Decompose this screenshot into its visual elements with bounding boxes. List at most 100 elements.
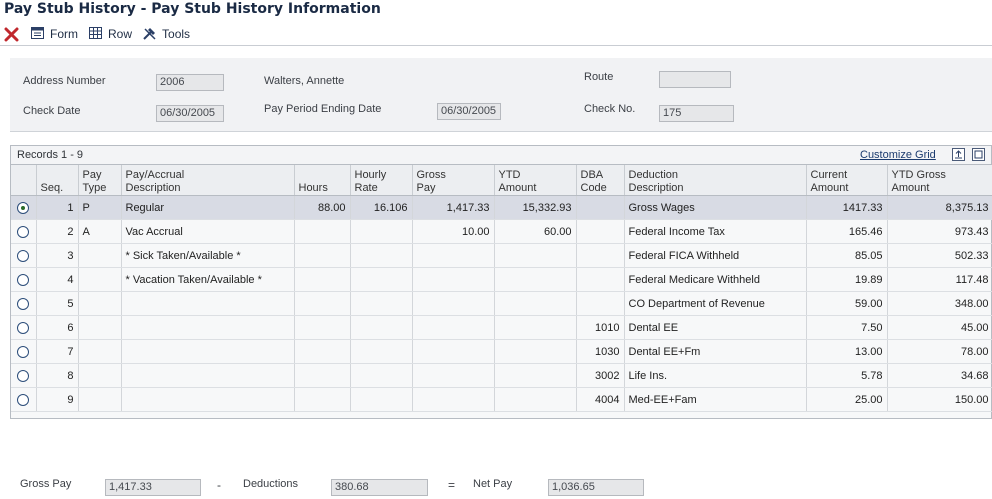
deductions-label: Deductions xyxy=(243,478,299,490)
pay-period-field[interactable]: 06/30/2005 xyxy=(437,103,501,120)
cell-ded-desc: Federal Medicare Withheld xyxy=(624,267,807,292)
cell-hourly-rate xyxy=(350,243,413,268)
cell-current-amount: 85.05 xyxy=(806,243,888,268)
cell-gross-pay: 1,417.33 xyxy=(412,195,495,220)
cell-ytd-amount xyxy=(494,315,577,340)
cell-hourly-rate xyxy=(350,387,413,412)
table-row[interactable]: 8 3002 Life Ins. 5.78 34.68 xyxy=(11,363,992,388)
cell-ytd-amount xyxy=(494,243,577,268)
maximize-grid-icon[interactable] xyxy=(972,148,985,161)
radio-icon[interactable] xyxy=(17,321,30,334)
export-icon[interactable] xyxy=(952,148,965,161)
cell-dba-code xyxy=(576,267,625,292)
cell-seq: 4 xyxy=(36,267,79,292)
pay-period-label: Pay Period Ending Date xyxy=(264,103,382,115)
cell-hours xyxy=(294,291,351,316)
radio-icon[interactable] xyxy=(17,249,30,262)
cell-ytd-amount xyxy=(494,339,577,364)
grid-toolbar: Records 1 - 9 Customize Grid xyxy=(11,146,991,165)
col-ytd-gross[interactable]: YTD Gross Amount xyxy=(887,165,992,196)
row-menu[interactable]: Row xyxy=(88,26,132,41)
cell-pay-type xyxy=(78,291,122,316)
cell-seq: 9 xyxy=(36,387,79,412)
table-row[interactable]: 7 1030 Dental EE+Fm 13.00 78.00 xyxy=(11,339,992,364)
address-number-label: Address Number xyxy=(23,75,106,87)
cell-hourly-rate xyxy=(350,291,413,316)
cell-ded-desc: Med-EE+Fam xyxy=(624,387,807,412)
cell-pay-type: P xyxy=(78,195,122,220)
table-row[interactable]: 6 1010 Dental EE 7.50 45.00 xyxy=(11,315,992,340)
net-pay-field[interactable]: 1,036.65 xyxy=(548,479,644,496)
cell-pay-desc xyxy=(121,315,295,340)
cell-pay-desc xyxy=(121,339,295,364)
cell-ytd-gross: 117.48 xyxy=(887,267,992,292)
cell-pay-desc: Vac Accrual xyxy=(121,219,295,244)
table-row[interactable]: 1 P Regular 88.00 16.106 1,417.33 15,332… xyxy=(11,195,992,220)
close-button[interactable] xyxy=(4,26,20,42)
check-date-field[interactable]: 06/30/2005 xyxy=(156,105,224,122)
cell-seq: 5 xyxy=(36,291,79,316)
customize-grid-link[interactable]: Customize Grid xyxy=(860,149,936,161)
col-pay-type[interactable]: Pay Type xyxy=(78,165,122,196)
toolbar: Form Row Tools xyxy=(0,22,992,46)
deductions-field[interactable]: 380.68 xyxy=(331,479,428,496)
cell-current-amount: 7.50 xyxy=(806,315,888,340)
pay-stub-grid: Records 1 - 9 Customize Grid Seq. Pay Typ… xyxy=(10,145,992,419)
col-dba-code[interactable]: DBA Code xyxy=(576,165,625,196)
gross-pay-field[interactable]: 1,417.33 xyxy=(105,479,201,496)
cell-pay-type xyxy=(78,339,122,364)
table-row[interactable]: 9 4004 Med-EE+Fam 25.00 150.00 xyxy=(11,387,992,412)
cell-pay-type: A xyxy=(78,219,122,244)
tools-menu[interactable]: Tools xyxy=(142,26,190,41)
equals-sign: = xyxy=(448,478,456,492)
cell-ytd-gross: 348.00 xyxy=(887,291,992,316)
cell-gross-pay xyxy=(412,291,495,316)
cell-dba-code xyxy=(576,291,625,316)
cell-ytd-gross: 34.68 xyxy=(887,363,992,388)
col-gross-pay[interactable]: Gross Pay xyxy=(412,165,495,196)
route-label: Route xyxy=(584,71,614,83)
cell-pay-type xyxy=(78,315,122,340)
table-row[interactable]: 5 CO Department of Revenue 59.00 348.00 xyxy=(11,291,992,316)
cell-gross-pay xyxy=(412,339,495,364)
grid-table: Seq. Pay Type Pay/Accrual Description Hour… xyxy=(11,165,992,412)
address-number-field[interactable]: 2006 xyxy=(156,74,224,91)
cell-hourly-rate xyxy=(350,267,413,292)
table-row[interactable]: 4 * Vacation Taken/Available * Federal M… xyxy=(11,267,992,292)
cell-hourly-rate xyxy=(350,363,413,388)
col-pay-desc[interactable]: Pay/Accrual Description xyxy=(121,165,295,196)
cell-hourly-rate xyxy=(350,219,413,244)
cell-dba-code xyxy=(576,243,625,268)
cell-pay-type xyxy=(78,387,122,412)
radio-icon[interactable] xyxy=(17,297,30,310)
table-row[interactable]: 3 * Sick Taken/Available * Federal FICA … xyxy=(11,243,992,268)
check-no-field[interactable]: 175 xyxy=(659,105,734,122)
net-pay-label: Net Pay xyxy=(473,478,513,490)
table-row[interactable]: 2 A Vac Accrual 10.00 60.00 Federal Inco… xyxy=(11,219,992,244)
col-hourly-rate[interactable]: Hourly Rate xyxy=(350,165,413,196)
cell-ytd-gross: 45.00 xyxy=(887,315,992,340)
cell-current-amount: 1417.33 xyxy=(806,195,888,220)
cell-gross-pay xyxy=(412,363,495,388)
window-title: Pay Stub History - Pay Stub History Info… xyxy=(4,1,381,17)
cell-dba-code xyxy=(576,195,625,220)
radio-icon[interactable] xyxy=(17,345,30,358)
radio-icon[interactable] xyxy=(17,201,30,214)
cell-pay-desc: Regular xyxy=(121,195,295,220)
col-ded-desc[interactable]: Deduction Description xyxy=(624,165,807,196)
route-field[interactable] xyxy=(659,71,731,88)
cell-gross-pay: 10.00 xyxy=(412,219,495,244)
cell-ytd-amount xyxy=(494,363,577,388)
radio-icon[interactable] xyxy=(17,225,30,238)
col-seq[interactable]: Seq. xyxy=(36,165,79,196)
radio-icon[interactable] xyxy=(17,393,30,406)
form-menu[interactable]: Form xyxy=(30,26,78,41)
cell-current-amount: 25.00 xyxy=(806,387,888,412)
cell-ytd-amount xyxy=(494,291,577,316)
radio-icon[interactable] xyxy=(17,369,30,382)
col-ytd-amount[interactable]: YTD Amount xyxy=(494,165,577,196)
col-current-amount[interactable]: Current Amount xyxy=(806,165,888,196)
col-hours[interactable]: Hours xyxy=(294,165,351,196)
radio-icon[interactable] xyxy=(17,273,30,286)
cell-dba-code: 1030 xyxy=(576,339,625,364)
